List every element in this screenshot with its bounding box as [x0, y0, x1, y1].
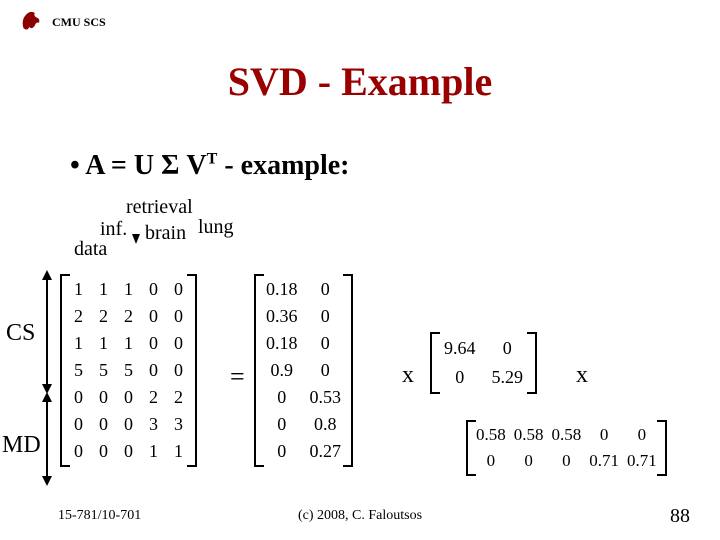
matrix-cell: 0	[472, 448, 510, 474]
matrix-cell: 0.18	[260, 276, 304, 303]
matrix-cell: 0.58	[472, 422, 510, 448]
row-label-cs: CS	[6, 320, 35, 347]
matrix-cell: 1	[116, 330, 141, 357]
matrix-cell: 0	[548, 448, 586, 474]
matrix-cell: 0.8	[304, 411, 348, 438]
matrix-U: 0.1800.3600.1800.9000.5300.800.27	[260, 276, 347, 465]
bullet-equation: • A = U Σ VT - example:	[70, 150, 350, 182]
times-sign-2: x	[576, 362, 588, 389]
griffin-icon	[18, 6, 46, 39]
matrix-cell: 0.36	[260, 303, 304, 330]
arrow-up-icon	[42, 270, 52, 280]
matrix-cell: 0	[304, 357, 348, 384]
arrow-down-icon	[132, 234, 140, 244]
matrix-cell: 5	[91, 357, 116, 384]
matrix-cell: 0.53	[304, 384, 348, 411]
matrix-cell: 2	[91, 303, 116, 330]
col-brain: brain	[145, 222, 186, 245]
equals-sign: =	[230, 362, 245, 392]
col-data: data	[74, 238, 107, 261]
matrix-cell: 0	[116, 384, 141, 411]
bullet-sup: T	[207, 151, 218, 168]
matrix-Sigma: 9.64005.29	[436, 334, 531, 392]
bullet-prefix: • A = U	[70, 150, 161, 181]
matrix-cell: 1	[141, 438, 166, 465]
col-retrieval: retrieval	[126, 196, 193, 219]
slide-header: CMU SCS	[18, 6, 106, 39]
matrix-cell: 1	[91, 276, 116, 303]
col-lung: lung	[198, 216, 234, 239]
matrix-cell: 0	[116, 411, 141, 438]
matrix-cell: 0.71	[623, 448, 661, 474]
sigma-symbol: Σ	[161, 150, 179, 181]
footer-copyright: (c) 2008, C. Faloutsos	[0, 508, 720, 524]
matrix-cell: 0	[141, 276, 166, 303]
matrix-cell: 1	[91, 330, 116, 357]
matrix-cell: 0	[260, 384, 304, 411]
bullet-vt: V	[179, 150, 206, 181]
matrix-cell: 0	[141, 357, 166, 384]
matrix-cell: 5.29	[484, 363, 532, 392]
matrix-cell: 0	[116, 438, 141, 465]
matrix-cell: 0.9	[260, 357, 304, 384]
matrix-cell: 2	[116, 303, 141, 330]
arrow-down-icon	[42, 476, 52, 486]
matrix-cell: 0	[304, 330, 348, 357]
matrix-cell: 0	[260, 438, 304, 465]
row-label-md: MD	[2, 432, 41, 459]
matrix-cell: 5	[116, 357, 141, 384]
matrix-A: 11100222001110055500000220003300011	[66, 276, 191, 465]
matrix-cell: 0	[510, 448, 548, 474]
matrix-cell: 0.71	[585, 448, 623, 474]
matrix-cell: 0	[91, 438, 116, 465]
matrix-cell: 2	[141, 384, 166, 411]
matrix-cell: 0.27	[304, 438, 348, 465]
arrow-up-icon	[42, 392, 52, 402]
matrix-cell: 0	[91, 384, 116, 411]
cs-range-bar	[46, 278, 48, 386]
bullet-suffix: - example:	[217, 150, 349, 181]
matrix-cell: 0	[436, 363, 484, 392]
md-range-bar	[46, 400, 48, 478]
matrix-cell: 0	[623, 422, 661, 448]
times-sign-1: x	[402, 362, 414, 389]
matrix-cell: 0	[141, 330, 166, 357]
matrix-cell: 0	[585, 422, 623, 448]
matrix-cell: 0	[304, 303, 348, 330]
matrix-cell: 0	[141, 303, 166, 330]
slide-number: 88	[670, 505, 690, 528]
matrix-cell: 3	[141, 411, 166, 438]
slide-title: SVD - Example	[0, 58, 720, 105]
matrix-cell: 9.64	[436, 334, 484, 363]
matrix-cell: 0.58	[548, 422, 586, 448]
matrix-cell: 0.58	[510, 422, 548, 448]
matrix-Vt: 0.580.580.58000000.710.71	[472, 422, 661, 474]
matrix-cell: 0.18	[260, 330, 304, 357]
matrix-cell: 0	[484, 334, 532, 363]
matrix-cell: 0	[260, 411, 304, 438]
matrix-cell: 0	[304, 276, 348, 303]
matrix-cell: 1	[116, 276, 141, 303]
matrix-cell: 0	[91, 411, 116, 438]
org-label: CMU SCS	[52, 15, 106, 30]
